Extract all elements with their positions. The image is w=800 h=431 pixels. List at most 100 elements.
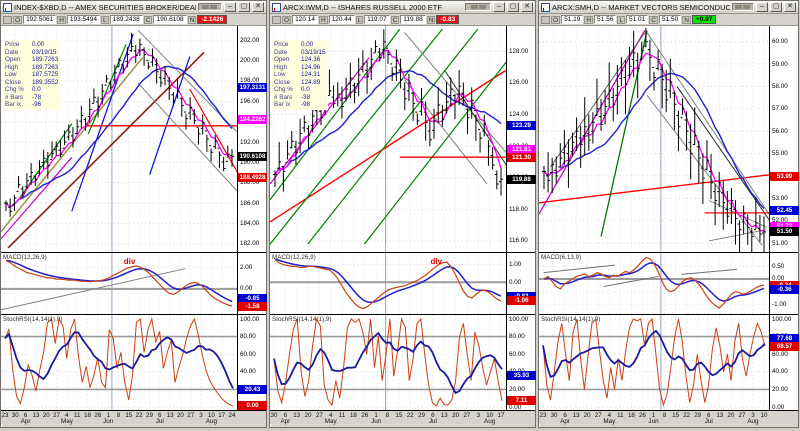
close-button[interactable]: ✕ [521, 2, 533, 12]
price-value-box: 123.29 [507, 121, 536, 131]
price-value-box: 52.45 [770, 206, 799, 216]
stoch-value-box: 68.57 [770, 342, 799, 352]
quote-field-value[interactable]: 189.2438 [109, 15, 143, 24]
data-window-label: Chg % [5, 86, 24, 93]
data-window: Price 0.00 Date 03/19/15 Open 189.7263 High 189… [3, 40, 61, 110]
date-tick-label: 15 [672, 412, 680, 419]
stoch-tick-label: 20.00 [509, 385, 525, 393]
macd-pane-axis: 2.00 0.00 -0.85 -1.58 [237, 253, 267, 314]
quote-field-label: C [649, 15, 658, 24]
stochrsi-pane-plot[interactable] [270, 315, 506, 411]
data-window-value: -78 [32, 93, 42, 101]
data-window-value: 187.5725 [32, 71, 59, 78]
chart-window-xbd: INDEX-$XBD,D -- AMEX SECURITIES BROKER/D… [0, 0, 267, 428]
month-label: Jun [371, 418, 382, 425]
titlebar[interactable]: INDEX-$XBD,D -- AMEX SECURITIES BROKER/D… [1, 1, 266, 14]
minimize-button[interactable]: – [224, 2, 236, 12]
macd-pane-plot[interactable] [539, 253, 769, 315]
data-window-label: Low [5, 71, 17, 78]
stoch-tick-label: 60.00 [509, 350, 525, 358]
toolbar-grip[interactable] [731, 3, 754, 11]
titlebar[interactable]: ARCX:IWM,D -- ISHARES RUSSELL 2000 ETF –… [270, 1, 535, 14]
date-tick-label: 29 [694, 412, 702, 419]
date-tick-label: 29 [418, 412, 425, 419]
stoch-tick-label: 60.00 [240, 350, 256, 358]
price-value-box: 53.99 [770, 171, 799, 181]
data-window-label: Open [274, 56, 290, 63]
month-label: May [603, 418, 616, 425]
minimize-button[interactable]: – [756, 2, 768, 12]
price-value-box: 188.4928 [238, 173, 267, 183]
month-label: Aug [747, 418, 759, 425]
data-window-value: 03/19/15 [301, 48, 326, 56]
restore-button[interactable]: ▢ [238, 2, 250, 12]
titlebar[interactable]: ARCX:SMH,D -- MARKET VECTORS SEMICONDUCT… [539, 1, 798, 14]
stochrsi-label: StochRSI(14,14(1),9) [541, 316, 601, 323]
data-window-row: Low 187.5725 [5, 71, 58, 79]
date-tick-label: 13 [32, 412, 40, 419]
date-tick-label: 22 [406, 412, 414, 419]
price-tick-label: 126.00 [509, 79, 529, 87]
macd-pane-plot[interactable] [270, 253, 506, 315]
data-window-label: Price [5, 41, 20, 48]
quote-field-value[interactable]: 51.50 [658, 15, 682, 24]
stoch-value-box: 0.00 [238, 401, 267, 411]
chart-window-smh: ARCX:SMH,D -- MARKET VECTORS SEMICONDUCT… [538, 0, 799, 428]
window-title: INDEX-$XBD,D -- AMEX SECURITIES BROKER/D… [14, 2, 196, 12]
quote-field-label: H [318, 15, 328, 24]
data-window-value: 124.31 [301, 71, 321, 78]
minimize-button[interactable]: – [493, 2, 505, 12]
divergence-annotation: div [123, 257, 136, 266]
data-window-value: 189.3552 [32, 78, 59, 86]
restore-button[interactable]: ▢ [507, 2, 519, 12]
quote-field-value[interactable]: 192.5061 [23, 15, 57, 24]
macd-tick-label: 2.00 [240, 263, 253, 271]
quote-field-value[interactable]: 193.5494 [66, 15, 101, 24]
quote-settings-icon[interactable] [272, 15, 281, 24]
quote-field-label: C [143, 15, 153, 24]
chart-body: 202.00200.00198.00196.00194.00192.00190.… [1, 26, 267, 425]
stoch-value-box: 7.11 [507, 396, 536, 406]
close-button[interactable]: ✕ [784, 2, 796, 12]
stochrsi-pane-plot[interactable] [539, 315, 769, 411]
quote-field-value[interactable]: 190.6108 [153, 15, 187, 24]
quote-field-value[interactable]: 119.07 [364, 15, 390, 24]
quote-field-label: C [390, 15, 400, 24]
date-tick-label: 3 [199, 412, 203, 419]
quote-field-value[interactable]: 51.56 [594, 15, 617, 24]
macd-value-box: -0.36 [770, 285, 799, 295]
price-value-box: 119.88 [507, 175, 536, 185]
restore-button[interactable]: ▢ [770, 2, 782, 12]
stoch-tick-label: 40.00 [240, 368, 256, 376]
price-tick-label: 124.00 [509, 111, 529, 118]
date-tick-label: 20 [42, 412, 50, 419]
macd-tick-label: 0.00 [240, 285, 253, 293]
stochrsi-pane-plot[interactable] [1, 315, 237, 411]
quote-field-value[interactable]: 51.19 [561, 15, 584, 24]
quote-settings-icon[interactable] [3, 15, 12, 24]
date-tick-label: 30 [270, 412, 278, 419]
divergence-annotation: div [430, 257, 443, 266]
macd-pane-axis: 0.500.00-0.50-1.00-0.24-0.36 [769, 253, 799, 314]
stoch-tick-label: 80.00 [240, 333, 256, 341]
quote-field-value[interactable]: 119.88 [400, 15, 426, 24]
price-tick-label: 118.00 [509, 205, 528, 213]
price-chart-plot[interactable] [539, 26, 769, 252]
date-tick-label: 20 [727, 412, 735, 419]
macd-pane-plot[interactable] [1, 253, 237, 315]
toolbar-grip[interactable] [197, 3, 222, 11]
trendline [709, 229, 767, 242]
stochrsi-pane-axis: 100.0080.0060.0040.0020.000.0020.430.00 [237, 315, 267, 411]
price-tick-label: 196.00 [240, 97, 260, 105]
date-tick-label: 10 [760, 412, 768, 419]
toolbar-grip[interactable] [465, 3, 491, 11]
quote-field-value[interactable]: 120.44 [328, 15, 355, 24]
quote-settings-icon[interactable] [541, 15, 550, 24]
date-tick-label: 27 [594, 412, 602, 419]
price-tick-label: 184.00 [240, 219, 260, 227]
price-tick-label: 192.00 [240, 138, 260, 146]
close-button[interactable]: ✕ [252, 2, 264, 12]
quote-field-value[interactable]: 51.01 [625, 15, 649, 24]
date-tick-label: 30 [11, 412, 19, 419]
quote-field-value[interactable]: 120.14 [292, 15, 318, 24]
